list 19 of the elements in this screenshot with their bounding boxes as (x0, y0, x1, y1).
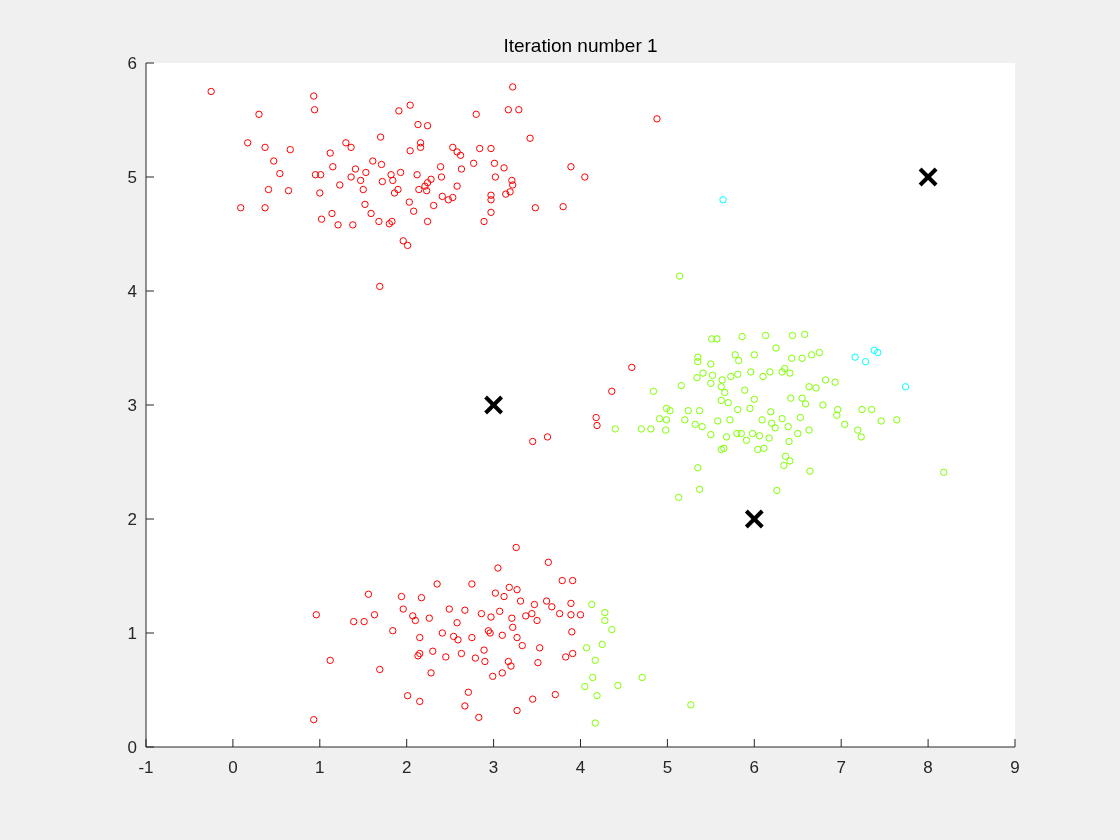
tick-label: 6 (749, 758, 760, 777)
tick-label: -1 (138, 758, 154, 777)
tick-label: 1 (127, 624, 137, 643)
tick-label: 3 (127, 396, 137, 415)
tick-label: 4 (127, 282, 137, 301)
tick-label: 1 (315, 758, 325, 777)
tick-label: 3 (488, 758, 499, 777)
tick-label: 0 (228, 758, 238, 777)
tick-label: 6 (127, 54, 137, 73)
tick-label: 7 (836, 758, 846, 777)
tick-label: 5 (662, 758, 673, 777)
tick-label: 2 (127, 510, 137, 529)
chart-title: Iteration number 1 (503, 35, 658, 56)
tick-label: 2 (401, 758, 412, 777)
tick-label: 4 (575, 758, 586, 777)
tick-label: 5 (127, 168, 137, 187)
tick-label: 0 (127, 738, 137, 757)
tick-label: 9 (1010, 758, 1020, 777)
tick-label: 8 (923, 758, 933, 777)
